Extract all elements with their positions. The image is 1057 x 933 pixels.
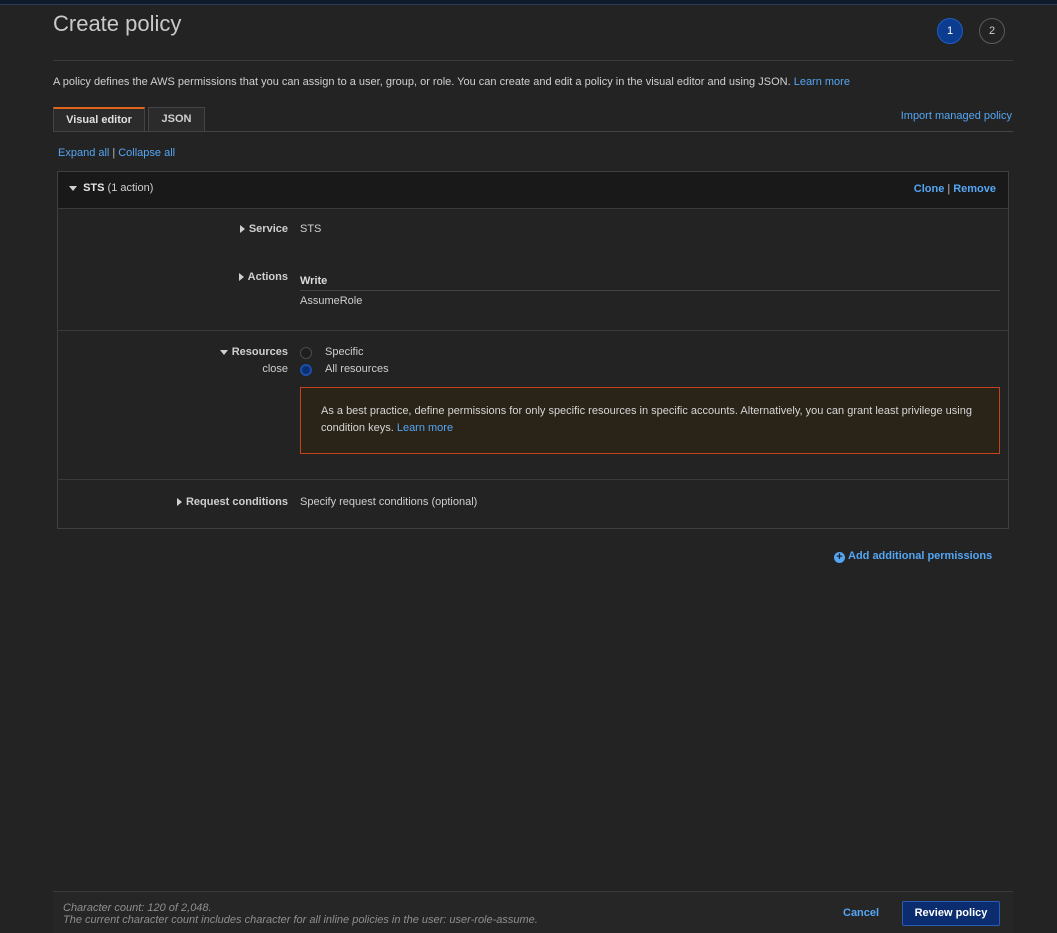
collapse-all-link[interactable]: Collapse all <box>118 147 175 159</box>
actions-label: Actions <box>247 271 288 283</box>
header-divider <box>53 60 1013 61</box>
tabs-divider <box>53 131 1013 132</box>
section-divider <box>58 330 1008 331</box>
radio-specific[interactable] <box>300 347 312 359</box>
best-practice-warning: As a best practice, define permissions f… <box>300 387 1000 454</box>
section-divider <box>58 479 1008 480</box>
add-permissions-label: Add additional permissions <box>848 550 993 562</box>
separator: | <box>112 147 116 159</box>
description-text: A policy defines the AWS permissions tha… <box>53 76 791 88</box>
statement-actions: Clone | Remove <box>914 183 996 195</box>
radio-all-resources-label[interactable]: All resources <box>325 363 389 375</box>
import-managed-policy-link[interactable]: Import managed policy <box>901 110 1012 122</box>
warning-learn-more-link[interactable]: Learn more <box>397 422 453 434</box>
service-row-label[interactable]: Service <box>228 223 288 235</box>
resources-row-label[interactable]: Resources <box>188 346 288 358</box>
statement-title: STS (1 action) <box>69 182 153 194</box>
step-indicator-1: 1 <box>937 18 963 44</box>
service-value: STS <box>300 223 322 235</box>
actions-row-label[interactable]: Actions <box>228 271 288 283</box>
tab-visual-editor[interactable]: Visual editor <box>53 107 145 131</box>
service-label: Service <box>248 223 288 235</box>
character-count: Character count: 120 of 2,048. The curre… <box>63 902 538 926</box>
policy-description: A policy defines the AWS permissions tha… <box>53 76 850 88</box>
actions-access-level: Write <box>300 275 1000 291</box>
caret-right-icon <box>176 498 182 507</box>
statement-service: STS <box>83 182 105 194</box>
radio-specific-label[interactable]: Specific <box>325 346 364 358</box>
caret-down-icon[interactable] <box>69 185 77 191</box>
statement-action-count: (1 action) <box>107 182 154 194</box>
caret-down-icon <box>219 349 228 355</box>
caret-right-icon <box>238 273 244 282</box>
resources-close-link[interactable]: close <box>262 363 288 375</box>
expand-all-link[interactable]: Expand all <box>58 147 109 159</box>
expand-collapse-controls: Expand all | Collapse all <box>58 147 175 159</box>
separator: | <box>947 183 951 195</box>
char-count-note: The current character count includes cha… <box>63 914 538 926</box>
learn-more-link[interactable]: Learn more <box>794 76 850 88</box>
statement-header[interactable]: STS (1 action) Clone | Remove <box>58 172 1008 209</box>
specify-request-conditions-link[interactable]: Specify request conditions (optional) <box>300 496 477 508</box>
review-policy-button[interactable]: Review policy <box>902 901 1000 926</box>
plus-circle-icon: + <box>834 552 845 563</box>
step-indicator-2: 2 <box>979 18 1005 44</box>
tab-json[interactable]: JSON <box>148 107 205 131</box>
request-conditions-row-label[interactable]: Request conditions <box>158 496 288 508</box>
page-title: Create policy <box>53 11 182 36</box>
footer-bar: Character count: 120 of 2,048. The curre… <box>53 891 1013 933</box>
char-count-text: Character count: 120 of 2,048. <box>63 902 212 914</box>
top-bar <box>0 0 1057 5</box>
action-assume-role: AssumeRole <box>300 295 363 307</box>
caret-right-icon <box>239 225 245 234</box>
cancel-button[interactable]: Cancel <box>843 907 879 919</box>
policy-statement-panel: STS (1 action) Clone | Remove Service STS … <box>57 171 1009 529</box>
remove-link[interactable]: Remove <box>953 183 996 195</box>
radio-all-resources[interactable] <box>300 364 312 376</box>
request-conditions-label: Request conditions <box>185 496 288 508</box>
add-additional-permissions-button[interactable]: + Add additional permissions <box>834 550 992 563</box>
clone-link[interactable]: Clone <box>914 183 945 195</box>
resources-label: Resources <box>231 346 288 358</box>
